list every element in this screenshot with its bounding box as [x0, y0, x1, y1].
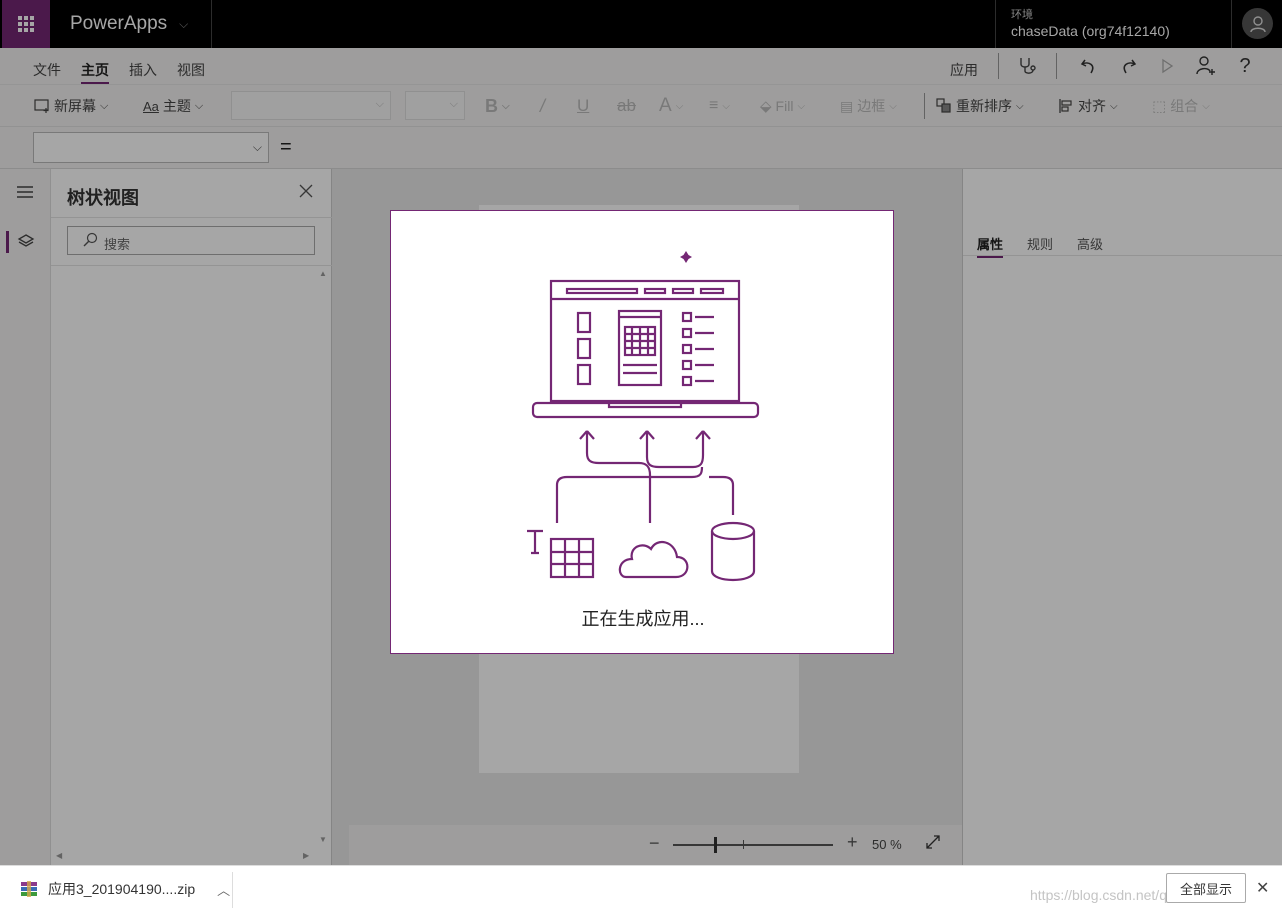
sparkle-icon: [680, 251, 692, 263]
download-file-name: 应用3_201904190....zip: [48, 881, 196, 897]
download-bar: 应用3_201904190....zip ︿ https://blog.csdn…: [0, 865, 1282, 913]
zip-archive-icon: [21, 881, 37, 897]
divider: [232, 872, 233, 908]
chevron-up-icon[interactable]: ︿: [217, 880, 230, 899]
generating-app-dialog: 正在生成应用...: [390, 210, 894, 654]
powerapps-studio: PowerApps ⌵ 环境 chaseData (org74f12140) 文…: [0, 0, 1282, 865]
download-item[interactable]: 应用3_201904190....zip ︿: [20, 879, 230, 899]
close-download-bar-button[interactable]: ✕: [1256, 878, 1269, 898]
generating-message: 正在生成应用...: [581, 609, 705, 629]
show-all-downloads-button[interactable]: 全部显示: [1166, 873, 1246, 903]
app-generation-illustration: [527, 251, 760, 581]
